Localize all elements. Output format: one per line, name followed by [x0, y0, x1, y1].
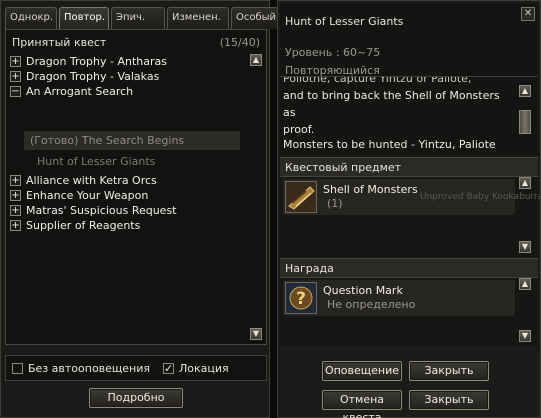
reward-section: ? Question Mark Не определено ▲ ▼ [280, 278, 538, 346]
reward-item-status: Не определено [327, 298, 416, 311]
scroll-down-arrow-icon[interactable]: ▼ [519, 241, 531, 253]
quest-item-section-title: Квестовый предмет [285, 161, 402, 174]
scroll-up-arrow-icon[interactable]: ▲ [519, 85, 531, 97]
question-mark-icon-art: ? [286, 283, 316, 313]
quest-info-header: Hunt of Lesser Giants ✕ Уровень : 60~75 … [280, 3, 538, 77]
scroll-thumb[interactable] [519, 110, 531, 134]
no-auto-alert-label: Без автооповещения [28, 362, 151, 375]
quest-item-dragon-trophy-antharas[interactable]: + Dragon Trophy - Antharas [10, 54, 244, 69]
collapse-icon[interactable]: − [10, 86, 21, 97]
quest-item-supplier-of-reagents[interactable]: + Supplier of Reagents [10, 218, 244, 233]
quest-label: Enhance Your Weapon [26, 189, 149, 202]
description-scrollbar[interactable]: ▲ [519, 85, 531, 153]
quest-item-name: Shell of Monsters [323, 183, 418, 196]
quest-item-quantity: (1) [327, 197, 343, 210]
reward-item-card[interactable]: ? Question Mark Не определено [283, 280, 515, 316]
expand-icon[interactable]: + [10, 175, 21, 186]
quest-item-scrollbar[interactable]: ▲ ▼ [519, 177, 531, 255]
accepted-quests-label: Принятый квест [12, 36, 107, 49]
hunt-targets: Monsters to be hunted - Yintzu, Paliote [283, 138, 496, 151]
notify-button[interactable]: Оповещение [322, 361, 402, 381]
quest-type: Повторяющийся [285, 64, 380, 77]
quest-item-alliance-with-ketra-orcs[interactable]: + Alliance with Ketra Orcs [10, 173, 244, 188]
reward-scrollbar[interactable]: ▲ ▼ [519, 278, 531, 344]
quest-list-scrollbar[interactable]: ▲ ▼ [250, 54, 262, 340]
quest-label: Matras' Suspicious Request [26, 204, 177, 217]
quest-item-enhance-your-weapon[interactable]: + Enhance Your Weapon [10, 188, 244, 203]
quest-title: Hunt of Lesser Giants [285, 15, 404, 28]
sub-step-completed[interactable]: (Готово) The Search Begins [30, 134, 184, 147]
quest-level: Уровень : 60~75 [285, 46, 381, 59]
quest-list-top: + Dragon Trophy - Antharas + Dragon Trop… [10, 54, 244, 99]
expand-icon[interactable]: + [10, 56, 21, 67]
quest-label: An Arrogant Search [26, 85, 134, 98]
description-line: proof. [283, 123, 315, 136]
quest-item-matras-suspicious-request[interactable]: + Matras' Suspicious Request [10, 203, 244, 218]
tab-special[interactable]: Особый [231, 7, 279, 29]
description-text: Pollothe, capture Yintzu or Paliote, and… [283, 77, 515, 138]
expand-icon[interactable]: + [10, 71, 21, 82]
close-button-bottom[interactable]: Закрыть [409, 390, 489, 410]
quest-item-section: Shell of Monsters (1) Unproved Baby Kook… [280, 177, 541, 257]
location-checkbox[interactable]: ✓ [163, 363, 174, 374]
scroll-up-arrow-icon[interactable]: ▲ [519, 278, 531, 290]
quest-description: Pollothe, capture Yintzu or Paliote, and… [280, 77, 538, 155]
list-header: Принятый квест (15/40) [12, 36, 262, 50]
tab-epic[interactable]: Эпич. [111, 7, 165, 29]
tab-changed[interactable]: Изменен. [167, 7, 229, 29]
description-line-partial: Pollothe, capture Yintzu or Paliote, [283, 77, 472, 85]
tab-repeatable[interactable]: Повтор. [59, 7, 109, 29]
quest-item-dragon-trophy-valakas[interactable]: + Dragon Trophy - Valakas [10, 69, 244, 84]
tab-one-time[interactable]: Однокр. [5, 7, 57, 29]
scroll-down-arrow-icon[interactable]: ▼ [519, 330, 531, 342]
quest-label: Alliance with Ketra Orcs [26, 174, 157, 187]
shell-of-monsters-icon-art [286, 182, 316, 212]
quest-list-window: Однокр. Повтор. Эпич. Изменен. Особый Пр… [0, 0, 279, 418]
cancel-quest-button[interactable]: Отмена квеста [322, 390, 402, 418]
quest-list-bottom: + Alliance with Ketra Orcs + Enhance You… [10, 173, 244, 233]
quest-label: Supplier of Reagents [26, 219, 141, 232]
no-auto-alert-checkbox[interactable] [12, 363, 23, 374]
location-label: Локация [179, 362, 229, 375]
reward-section-header: Награда [280, 258, 538, 278]
expand-icon[interactable]: + [10, 220, 21, 231]
quest-details-window: Hunt of Lesser Giants ✕ Уровень : 60~75 … [277, 0, 541, 418]
scroll-up-arrow-icon[interactable]: ▲ [250, 54, 262, 66]
shell-of-monsters-icon [285, 181, 317, 213]
reward-item-name: Question Mark [323, 284, 403, 297]
close-icon[interactable]: ✕ [521, 7, 535, 21]
reward-section-title: Награда [285, 262, 334, 275]
expand-icon[interactable]: + [10, 190, 21, 201]
quest-label: Dragon Trophy - Antharas [26, 55, 167, 68]
close-button-top[interactable]: Закрыть [409, 361, 489, 381]
expand-icon[interactable]: + [10, 205, 21, 216]
description-line: and to bring back the Shell of Monsters … [283, 89, 500, 119]
details-button[interactable]: Подробно [89, 388, 183, 408]
options-bar: Без автооповещения ✓ Локация [5, 355, 267, 381]
scroll-up-arrow-icon[interactable]: ▲ [519, 177, 531, 189]
quest-item-an-arrogant-search[interactable]: − An Arrogant Search [10, 84, 244, 99]
quest-sub-steps: (Готово) The Search Begins Hunt of Lesse… [24, 131, 240, 169]
svg-text:?: ? [296, 289, 306, 309]
quest-item-section-header: Квестовый предмет [280, 157, 538, 177]
quest-count: (15/40) [219, 36, 260, 49]
scroll-down-arrow-icon[interactable]: ▼ [250, 328, 262, 340]
quest-type-tabs: Однокр. Повтор. Эпич. Изменен. Особый [5, 7, 279, 29]
quest-label: Dragon Trophy - Valakas [26, 70, 160, 83]
question-mark-icon: ? [285, 282, 317, 314]
quest-list-panel: Принятый квест (15/40) + Dragon Trophy -… [5, 29, 267, 345]
sub-step-hunt-of-lesser-giants[interactable]: Hunt of Lesser Giants [37, 155, 155, 168]
